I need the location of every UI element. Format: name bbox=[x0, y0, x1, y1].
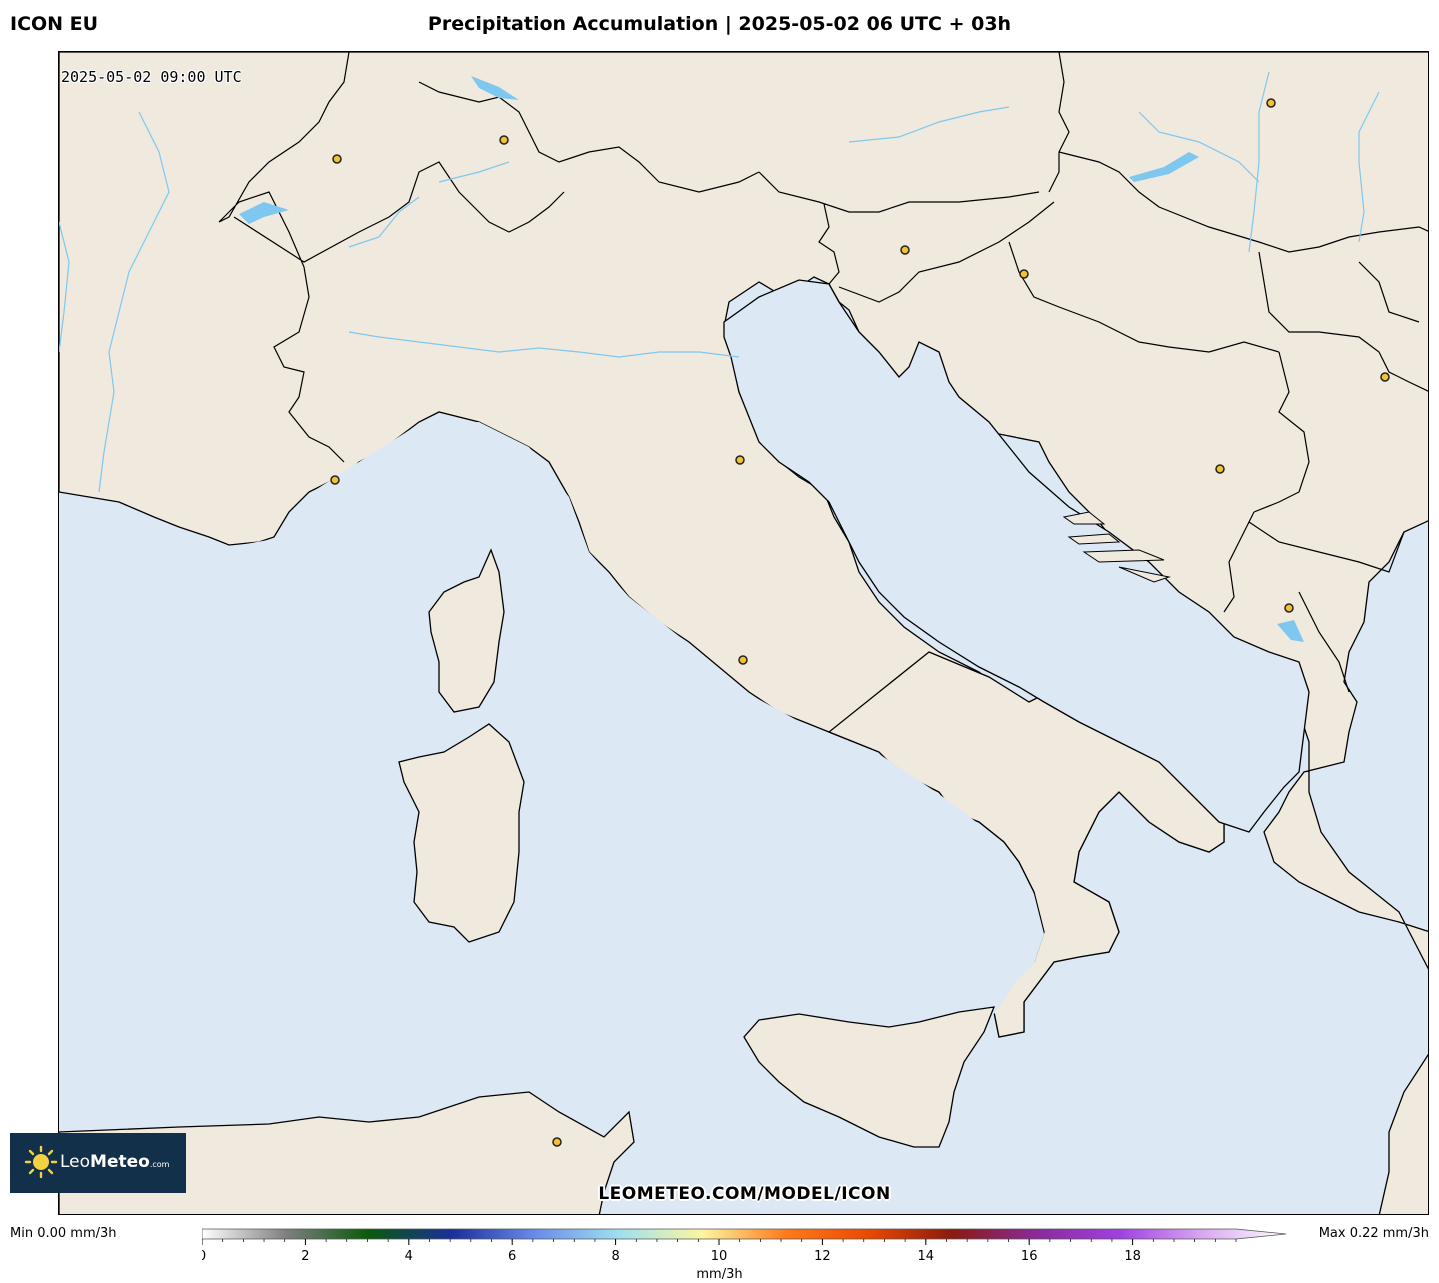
logo-suffix: .com bbox=[149, 1160, 170, 1169]
colorbar-tick-label: 8 bbox=[611, 1249, 619, 1264]
colorbar-major-ticks: 0 2 4 6 8 10 12 14 16 18 bbox=[202, 1239, 1141, 1264]
watermark-url: LEOMETEO.COM/MODEL/ICON bbox=[598, 1184, 891, 1204]
city-marker[interactable] bbox=[738, 655, 748, 665]
logo-brand: Meteo bbox=[90, 1152, 150, 1172]
colorbar-tick-label: 18 bbox=[1124, 1249, 1141, 1264]
city-marker[interactable] bbox=[735, 455, 745, 465]
colorbar-tick-label: 2 bbox=[301, 1249, 309, 1264]
city-marker[interactable] bbox=[1215, 464, 1225, 474]
valid-time-label: 2025-05-02 09:00 UTC bbox=[61, 68, 242, 86]
logo-prefix: Leo bbox=[60, 1152, 91, 1172]
city-marker[interactable] bbox=[499, 135, 509, 145]
colorbar-tick-label: 4 bbox=[405, 1249, 413, 1264]
city-marker[interactable] bbox=[1380, 372, 1390, 382]
scale-min-label: Min 0.00 mm/3h bbox=[10, 1226, 117, 1241]
colorbar-tick-label: 14 bbox=[918, 1249, 935, 1264]
colorbar-tick-label: 12 bbox=[814, 1249, 831, 1264]
city-marker[interactable] bbox=[1266, 98, 1276, 108]
colorbar-tick-label: 16 bbox=[1021, 1249, 1038, 1264]
city-marker[interactable] bbox=[1284, 603, 1294, 613]
scale-max-label: Max 0.22 mm/3h bbox=[1318, 1226, 1429, 1241]
page-title: Precipitation Accumulation | 2025-05-02 … bbox=[427, 13, 1012, 35]
leometeo-logo: LeoMeteo.com bbox=[10, 1133, 186, 1193]
colorbar-tick-label: 0 bbox=[202, 1249, 206, 1264]
colorbar-body bbox=[202, 1228, 1287, 1240]
colorbar-unit-label: mm/3h bbox=[696, 1267, 743, 1282]
city-marker[interactable] bbox=[900, 245, 910, 255]
precipitation-map[interactable]: 2025-05-02 09:00 UTC LEOMETEO.COM/MODEL/… bbox=[58, 51, 1429, 1215]
colorbar-tick-label: 10 bbox=[711, 1249, 728, 1264]
sun-icon bbox=[24, 1145, 58, 1179]
map-canvas bbox=[59, 52, 1428, 1214]
city-marker[interactable] bbox=[552, 1137, 562, 1147]
logo-text: LeoMeteo.com bbox=[60, 1152, 169, 1172]
city-marker[interactable] bbox=[1019, 269, 1029, 279]
colorbar: 0 2 4 6 8 10 12 14 16 18 bbox=[202, 1228, 1287, 1264]
city-marker[interactable] bbox=[332, 154, 342, 164]
city-marker[interactable] bbox=[330, 475, 340, 485]
colorbar-tick-label: 6 bbox=[508, 1249, 516, 1264]
